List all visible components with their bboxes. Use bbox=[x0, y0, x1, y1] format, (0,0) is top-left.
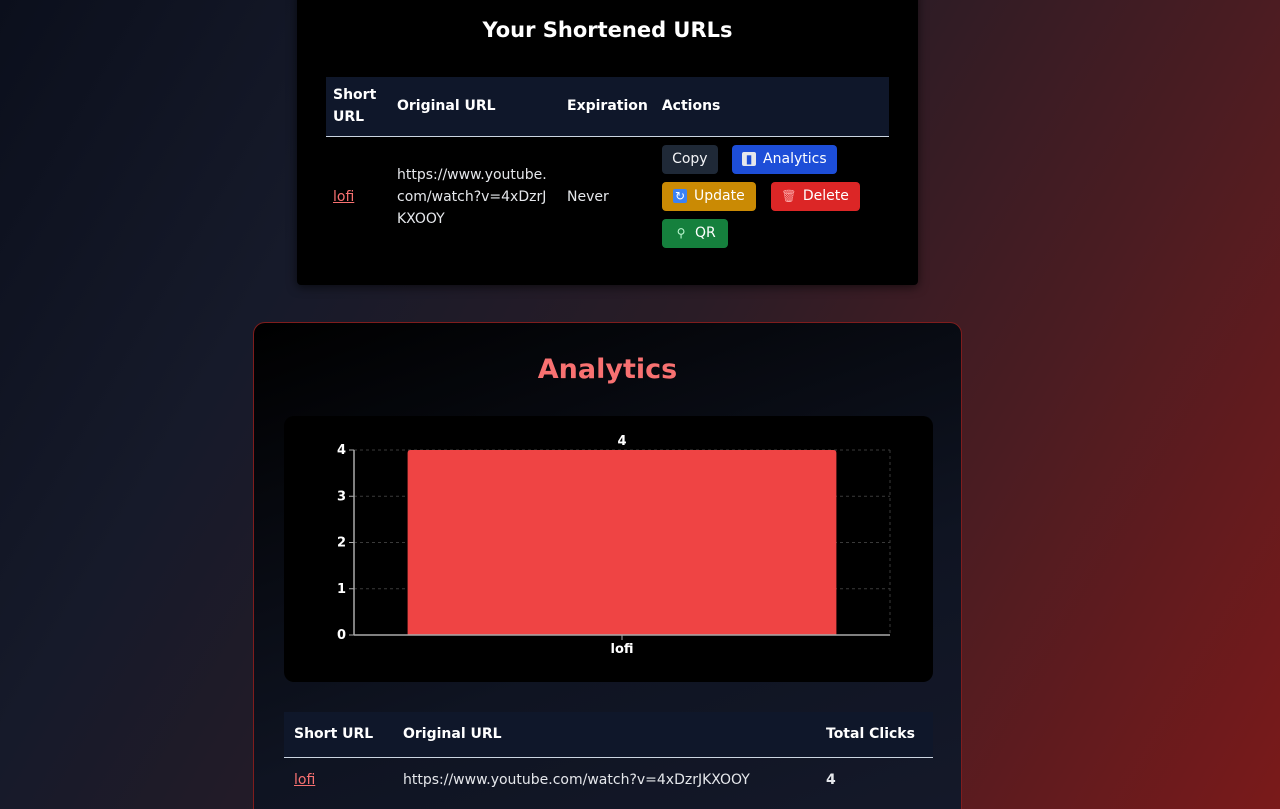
table-row: lofi https://www.youtube.com/watch?v=4xD… bbox=[326, 136, 889, 257]
analytics-column-original-url: Original URL bbox=[393, 712, 816, 758]
delete-button[interactable]: 🗑 Delete bbox=[770, 181, 860, 211]
column-header-short-url: Short URL bbox=[326, 77, 390, 137]
x-tick-label-0: lofi bbox=[610, 642, 633, 657]
shortened-urls-title: Your Shortened URLs bbox=[482, 18, 733, 42]
y-tick-label-3: 3 bbox=[337, 489, 346, 504]
table-header-row: Short URL Original URL Expiration Action… bbox=[326, 77, 889, 137]
total-clicks-cell: 4 bbox=[826, 771, 836, 788]
original-url-cell: https://www.youtube.com/watch?v=4xDzrJKX… bbox=[397, 166, 547, 227]
update-button[interactable]: ↻ Update bbox=[661, 181, 756, 211]
analytics-card: Analytics 4 lofi 0 1 2 3 4 Short URL Original … bbox=[253, 322, 962, 809]
analytics-column-short-url: Short URL bbox=[284, 712, 393, 758]
bar-chart-icon: ▮ bbox=[742, 152, 757, 166]
data-label-0: 4 bbox=[617, 434, 626, 449]
update-button-label: Update bbox=[693, 188, 745, 204]
copy-button-label: Copy bbox=[672, 151, 708, 167]
analytics-title: Analytics bbox=[537, 354, 678, 385]
analytics-chart: 4 lofi 0 1 2 3 4 bbox=[284, 416, 933, 682]
y-tick-label-4: 4 bbox=[337, 443, 346, 458]
analytics-short-url-cell: lofi bbox=[284, 757, 393, 802]
analytics-button[interactable]: ▮ Analytics bbox=[731, 144, 837, 174]
expiration-cell: Never bbox=[567, 188, 609, 205]
analytics-table: Short URL Original URL Total Clicks lofi… bbox=[284, 712, 933, 802]
analytics-button-label: Analytics bbox=[763, 151, 827, 167]
analytics-table-header-row: Short URL Original URL Total Clicks bbox=[284, 712, 933, 758]
analytics-short-url-link[interactable]: lofi bbox=[294, 772, 315, 788]
column-header-expiration: Expiration bbox=[560, 77, 655, 137]
trash-icon: 🗑 bbox=[781, 189, 797, 203]
column-header-original-url: Original URL bbox=[390, 77, 560, 137]
refresh-icon: ↻ bbox=[672, 189, 687, 203]
short-url-cell: lofi bbox=[326, 136, 390, 257]
analytics-column-total-clicks: Total Clicks bbox=[816, 712, 933, 758]
qr-button-label: QR bbox=[694, 225, 716, 241]
bar-lofi bbox=[407, 450, 837, 635]
shortened-urls-table: Short URL Original URL Expiration Action… bbox=[326, 77, 889, 257]
shortened-urls-card: Your Shortened URLs Short URL Original U… bbox=[297, 0, 918, 285]
copy-button[interactable]: Copy bbox=[661, 144, 718, 174]
qr-button[interactable]: ⚲ QR bbox=[661, 218, 728, 248]
y-tick-label-2: 2 bbox=[337, 536, 346, 551]
analytics-original-url-cell: https://www.youtube.com/watch?v=4xDzrJKX… bbox=[403, 771, 750, 788]
y-tick-label-0: 0 bbox=[337, 628, 346, 643]
chart-svg: 4 lofi 0 1 2 3 4 bbox=[337, 434, 891, 657]
column-header-actions: Actions bbox=[654, 77, 889, 137]
y-tick-label-1: 1 bbox=[337, 582, 346, 597]
qr-icon: ⚲ bbox=[676, 226, 686, 240]
delete-button-label: Delete bbox=[802, 188, 849, 204]
short-url-link[interactable]: lofi bbox=[333, 189, 354, 205]
actions-cell: Copy ▮ Analytics ↻ Update 🗑 Delete ⚲ QR bbox=[655, 136, 889, 257]
table-row: lofi https://www.youtube.com/watch?v=4xD… bbox=[284, 757, 933, 802]
